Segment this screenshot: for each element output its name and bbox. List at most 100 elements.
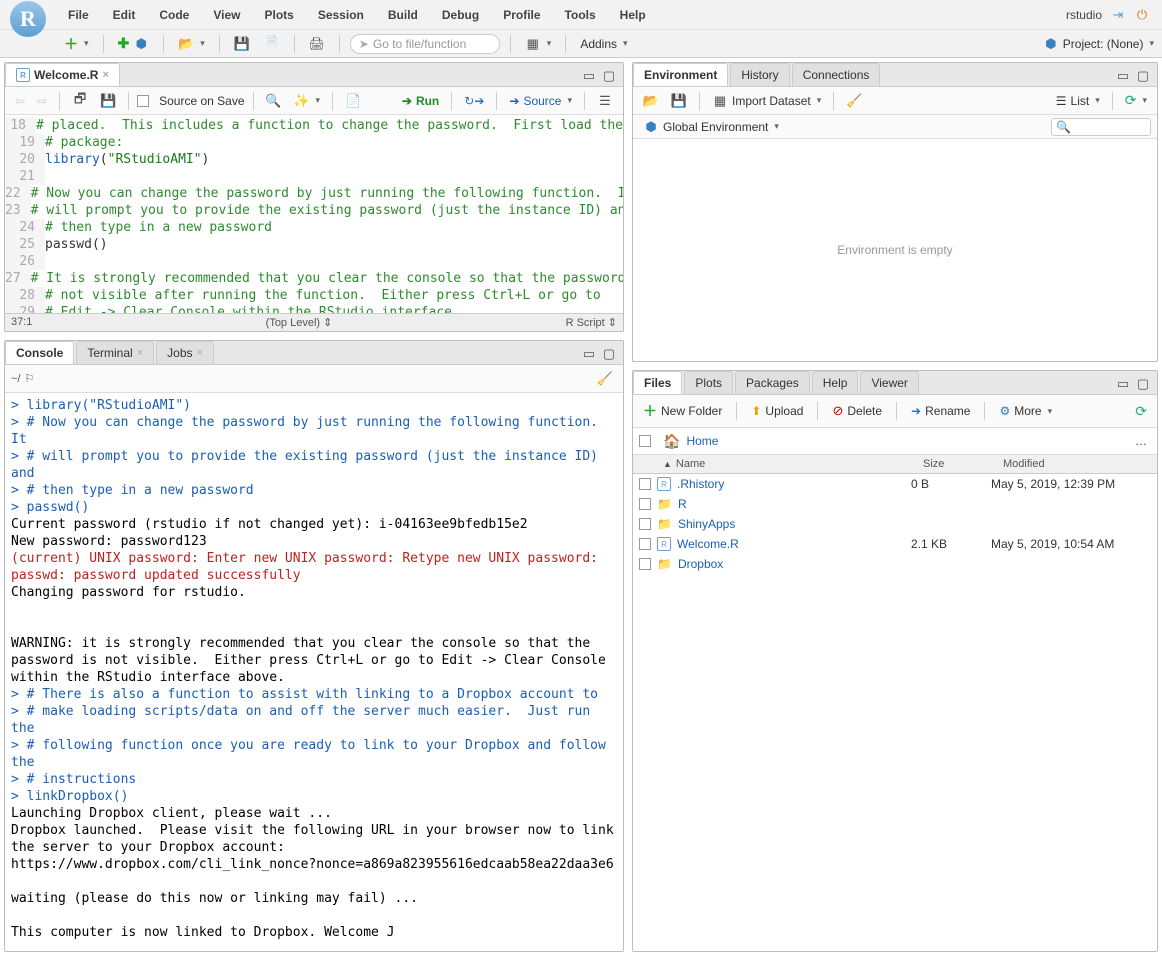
clear-env-button[interactable]: 🧹 — [842, 91, 866, 111]
save-all-button[interactable]: 🗎 — [260, 34, 284, 54]
menu-help[interactable]: Help — [608, 2, 658, 28]
refresh-env-button[interactable]: ⟳▾ — [1121, 90, 1151, 111]
env-search-input[interactable]: 🔍 — [1051, 118, 1151, 136]
menu-build[interactable]: Build — [376, 2, 430, 28]
file-checkbox[interactable] — [639, 558, 651, 570]
find-button[interactable]: 🔍 — [262, 91, 286, 111]
menu-view[interactable]: View — [201, 2, 252, 28]
clear-console-button[interactable]: 🧹 — [593, 369, 617, 389]
project-selector[interactable]: ⬢Project: (None)▾ — [1043, 36, 1154, 52]
close-icon[interactable]: × — [102, 69, 108, 81]
addins-button[interactable]: Addins▾ — [576, 35, 631, 53]
minimize-icon[interactable]: ▭ — [581, 346, 597, 362]
minimize-icon[interactable]: ▭ — [1115, 68, 1131, 84]
more-button[interactable]: ⚙More▾ — [995, 402, 1056, 420]
back-button[interactable]: ⇦ — [11, 92, 29, 110]
signout-icon[interactable]: ⇥ — [1110, 7, 1126, 23]
tab-console[interactable]: Console — [5, 341, 74, 364]
tab-terminal[interactable]: Terminal× — [76, 341, 154, 364]
maximize-icon[interactable]: ▢ — [601, 68, 617, 84]
filetype-selector[interactable]: R Script ⇕ — [566, 316, 617, 329]
maximize-icon[interactable]: ▢ — [1135, 376, 1151, 392]
file-checkbox[interactable] — [639, 538, 651, 550]
refresh-files-button[interactable]: ⟳ — [1131, 401, 1151, 422]
tab-files[interactable]: Files — [633, 371, 682, 394]
maximize-icon[interactable]: ▢ — [601, 346, 617, 362]
grid-button[interactable]: ▦▾ — [521, 34, 556, 54]
menu-profile[interactable]: Profile — [491, 2, 552, 28]
run-button[interactable]: ➔Run — [398, 92, 443, 110]
file-row[interactable]: 📁R — [633, 494, 1157, 514]
breadcrumb-home[interactable]: Home — [686, 434, 718, 448]
print-button[interactable]: 🖨 — [305, 34, 329, 54]
file-row[interactable]: 📁Dropbox — [633, 554, 1157, 574]
menu-edit[interactable]: Edit — [101, 2, 148, 28]
file-name[interactable]: .Rhistory — [677, 477, 724, 491]
file-checkbox[interactable] — [639, 518, 651, 530]
tab-jobs[interactable]: Jobs× — [156, 341, 214, 364]
main-toolbar: ＋▾ ✚⬢ 📂▾ 💾 🗎 🖨 ➤Go to file/function ▦▾ A… — [0, 30, 1162, 58]
menu-file[interactable]: File — [56, 2, 101, 28]
tab-history[interactable]: History — [730, 63, 789, 86]
file-name[interactable]: Welcome.R — [677, 537, 739, 551]
close-icon[interactable]: × — [137, 347, 143, 359]
forward-button[interactable]: ⇨ — [33, 92, 51, 110]
new-project-button[interactable]: ✚⬢ — [114, 33, 154, 54]
minimize-icon[interactable]: ▭ — [581, 68, 597, 84]
save-button[interactable]: 💾 — [230, 34, 254, 54]
source-button[interactable]: ➔Source▾ — [505, 92, 576, 110]
menu-tools[interactable]: Tools — [553, 2, 608, 28]
file-row[interactable]: 📁ShinyApps — [633, 514, 1157, 534]
tab-packages[interactable]: Packages — [735, 371, 810, 394]
minimize-icon[interactable]: ▭ — [1115, 376, 1131, 392]
tab-connections[interactable]: Connections — [792, 63, 881, 86]
upload-button[interactable]: ⬆Upload — [747, 402, 807, 420]
col-name[interactable]: ▲Name — [657, 455, 917, 473]
popout-button[interactable]: 🗗 — [68, 91, 92, 111]
tab-welcome-r[interactable]: R Welcome.R × — [5, 63, 120, 86]
close-icon[interactable]: × — [197, 347, 203, 359]
console-output[interactable]: > library("RStudioAMI")> # Now you can c… — [5, 393, 623, 951]
file-name[interactable]: ShinyApps — [678, 517, 735, 531]
scope-selector[interactable]: (Top Level) ⇕ — [266, 316, 333, 329]
goto-file-input[interactable]: ➤Go to file/function — [350, 34, 500, 54]
tab-environment[interactable]: Environment — [633, 63, 728, 86]
rerun-button[interactable]: ↻➔ — [460, 92, 488, 110]
maximize-icon[interactable]: ▢ — [1135, 68, 1151, 84]
outline-button[interactable]: ☰ — [593, 91, 617, 111]
file-checkbox[interactable] — [639, 498, 651, 510]
wand-button[interactable]: ✨▾ — [290, 91, 325, 111]
file-row[interactable]: RWelcome.R2.1 KBMay 5, 2019, 10:54 AM — [633, 534, 1157, 554]
list-view-button[interactable]: ☰ List▾ — [1052, 92, 1104, 110]
global-env-selector[interactable]: ⬢Global Environment▾ — [639, 117, 783, 137]
file-row[interactable]: R.Rhistory0 BMay 5, 2019, 12:39 PM — [633, 474, 1157, 494]
tab-plots[interactable]: Plots — [684, 371, 733, 394]
file-name[interactable]: Dropbox — [678, 557, 723, 571]
import-dataset-button[interactable]: ▦Import Dataset▾ — [708, 91, 825, 111]
menu-code[interactable]: Code — [147, 2, 201, 28]
source-on-save-checkbox[interactable]: Source on Save — [137, 94, 244, 108]
col-size[interactable]: Size — [917, 455, 997, 473]
new-file-button[interactable]: ＋▾ — [60, 32, 93, 56]
open-file-button[interactable]: 📂▾ — [174, 34, 209, 54]
delete-button[interactable]: ⊘Delete — [828, 401, 886, 421]
save-source-button[interactable]: 💾 — [96, 91, 120, 111]
file-name[interactable]: R — [678, 497, 687, 511]
save-workspace-button[interactable]: 💾 — [667, 91, 691, 111]
home-icon[interactable]: 🏠 — [663, 433, 680, 450]
tab-viewer[interactable]: Viewer — [860, 371, 918, 394]
power-icon[interactable]: ⏻ — [1134, 7, 1150, 23]
new-folder-button[interactable]: ＋New Folder — [639, 399, 726, 423]
file-checkbox[interactable] — [639, 478, 651, 490]
select-all-checkbox[interactable] — [639, 435, 651, 447]
menu-session[interactable]: Session — [306, 2, 376, 28]
compile-button[interactable]: 📄 — [341, 91, 365, 111]
rename-button[interactable]: ➜Rename — [907, 402, 974, 420]
source-editor[interactable]: 18# placed. This includes a function to … — [5, 115, 623, 313]
menu-debug[interactable]: Debug — [430, 2, 491, 28]
tab-help[interactable]: Help — [812, 371, 859, 394]
path-more-button[interactable]: … — [1131, 432, 1151, 450]
menu-plots[interactable]: Plots — [252, 2, 305, 28]
load-workspace-button[interactable]: 📂 — [639, 91, 663, 111]
col-modified[interactable]: Modified — [997, 455, 1157, 473]
